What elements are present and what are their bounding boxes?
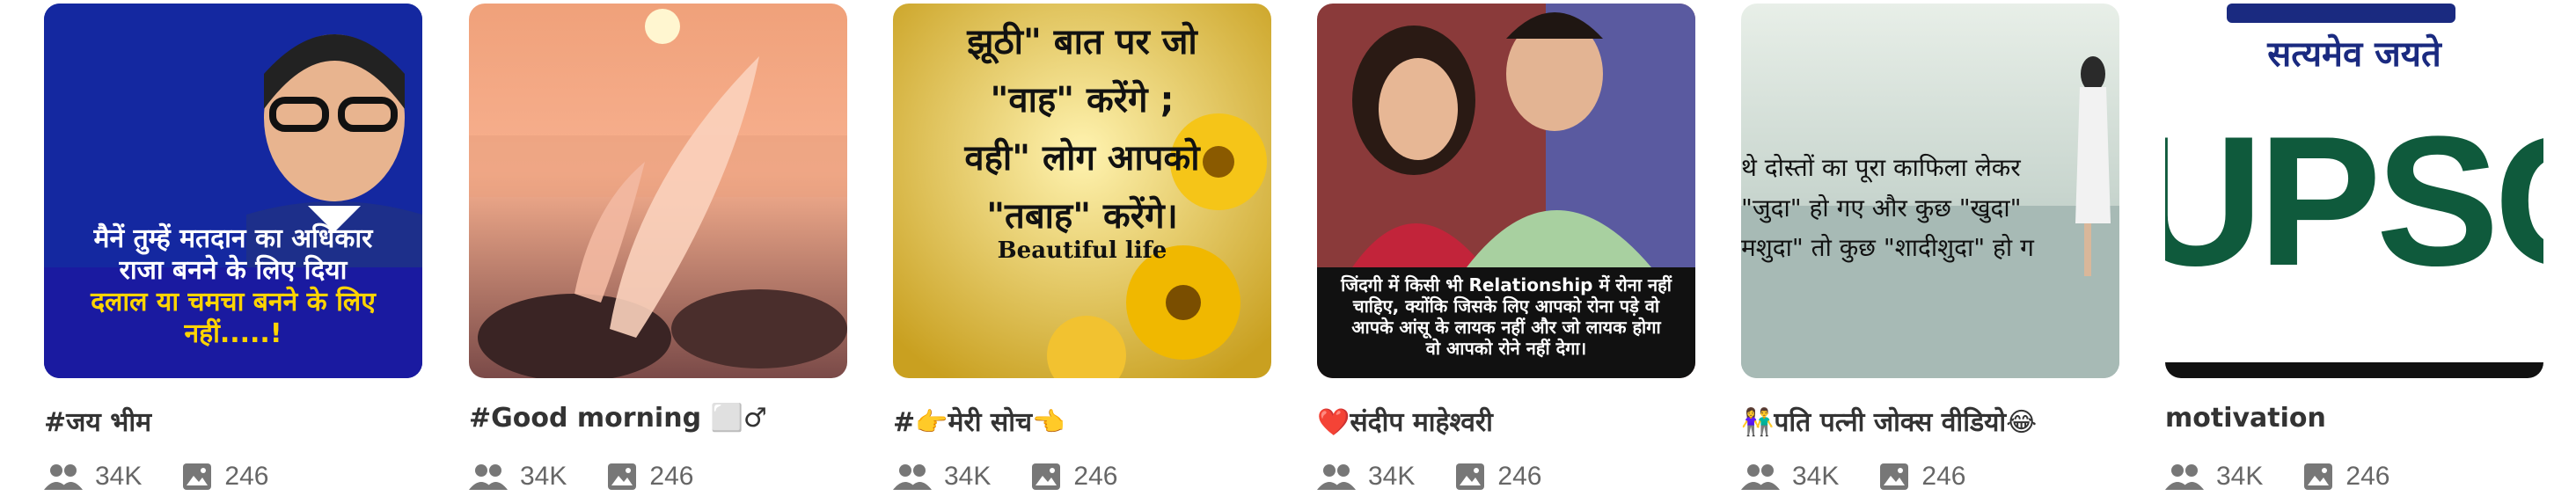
image-icon bbox=[2304, 463, 2333, 490]
people-icon bbox=[44, 464, 83, 490]
followers-count: 34K bbox=[520, 462, 567, 491]
topic-card-row: मैनें तुम्हें मतदान का अधिकार राजा बनने … bbox=[0, 0, 2576, 496]
image-icon bbox=[1880, 463, 1909, 490]
topic-card-sandeep-maheshwari[interactable]: जिंदगी में किसी भी Relationship में रोना… bbox=[1317, 0, 1695, 496]
posts-stat: 246 bbox=[607, 462, 693, 492]
topic-stats: 34K 246 bbox=[44, 457, 309, 496]
topic-card-motivation[interactable]: सत्यमेव जयते UPSC motivation 34K 246 bbox=[2165, 0, 2543, 496]
topic-card-jai-bhim[interactable]: मैनें तुम्हें मतदान का अधिकार राजा बनने … bbox=[44, 0, 422, 496]
topic-stats: 34K 246 bbox=[469, 457, 734, 496]
posts-stat: 246 bbox=[1879, 462, 1965, 492]
people-icon bbox=[893, 464, 932, 490]
posts-stat: 246 bbox=[182, 462, 268, 492]
image-icon bbox=[1456, 463, 1485, 490]
image-caption-line: झूठी" बात पर जो bbox=[967, 22, 1197, 62]
followers-count: 34K bbox=[1368, 462, 1416, 491]
posts-stat: 246 bbox=[2303, 462, 2389, 492]
topic-thumbnail[interactable]: थे दोस्तों का पूरा काफिला लेकर "जुदा" हो… bbox=[1741, 4, 2119, 378]
image-caption-line: दलाल या चमचा बनने के लिए bbox=[91, 287, 376, 317]
topic-thumbnail[interactable] bbox=[469, 4, 847, 378]
topic-thumbnail[interactable]: सत्यमेव जयते UPSC bbox=[2165, 4, 2543, 378]
topic-stats: 34K 246 bbox=[1741, 457, 2006, 496]
image-icon bbox=[1032, 463, 1061, 490]
image-caption-line: जिंदगी में किसी भी Relationship में रोना… bbox=[1341, 274, 1672, 295]
image-caption-line: मशुदा" तो कुछ "शादीशुदा" हो ग bbox=[1741, 233, 2034, 263]
people-icon bbox=[1741, 464, 1780, 490]
topic-thumbnail[interactable]: जिंदगी में किसी भी Relationship में रोना… bbox=[1317, 4, 1695, 378]
image-caption-line: "वाह" करेंगे ; bbox=[990, 80, 1175, 120]
image-caption-line: आपके आंसू के लायक नहीं और जो लायक होगा bbox=[1351, 317, 1661, 338]
topic-title[interactable]: motivation bbox=[2165, 403, 2543, 434]
topic-card-pati-patni-jokes[interactable]: थे दोस्तों का पूरा काफिला लेकर "जुदा" हो… bbox=[1741, 0, 2119, 496]
sunset-feather-illustration bbox=[469, 4, 847, 378]
followers-stat: 34K bbox=[469, 462, 567, 492]
topic-stats: 34K 246 bbox=[893, 457, 1158, 496]
posts-count: 246 bbox=[224, 462, 269, 491]
image-caption-line: सत्यमेव जयते bbox=[2267, 34, 2441, 75]
topic-title[interactable]: ❤️संदीप माहेश्वरी bbox=[1317, 403, 1695, 439]
topic-title[interactable]: #Good morning ⬜♂ bbox=[469, 403, 847, 434]
topic-title[interactable]: 👫पति पत्नी जोक्स वीडियो😂 bbox=[1741, 403, 2119, 439]
upsc-wordmark: UPSC bbox=[2165, 98, 2543, 304]
image-caption-line: वो आपको रोने नहीं देगा। bbox=[1425, 338, 1587, 359]
image-caption-line: थे दोस्तों का पूरा काफिला लेकर bbox=[1741, 153, 2021, 182]
posts-count: 246 bbox=[1497, 462, 1542, 491]
people-icon bbox=[1317, 464, 1356, 490]
posts-count: 246 bbox=[1921, 462, 1966, 491]
topic-thumbnail[interactable]: मैनें तुम्हें मतदान का अधिकार राजा बनने … bbox=[44, 4, 422, 378]
followers-stat: 34K bbox=[2165, 462, 2263, 492]
image-caption-line: नहीं.....! bbox=[184, 318, 282, 349]
people-icon bbox=[469, 464, 508, 490]
followers-count: 34K bbox=[2216, 462, 2264, 491]
image-caption-line: मैनें तुम्हें मतदान का अधिकार bbox=[93, 223, 373, 254]
followers-stat: 34K bbox=[44, 462, 142, 492]
posts-stat: 246 bbox=[1455, 462, 1541, 492]
followers-stat: 34K bbox=[893, 462, 991, 492]
followers-count: 34K bbox=[944, 462, 992, 491]
posts-count: 246 bbox=[1073, 462, 1118, 491]
topic-stats: 34K 246 bbox=[1317, 457, 1582, 496]
followers-stat: 34K bbox=[1317, 462, 1415, 492]
topic-thumbnail[interactable]: झूठी" बात पर जो "वाह" करेंगे ; वही" लोग … bbox=[893, 4, 1271, 378]
image-caption-line: वही" लोग आपको bbox=[964, 138, 1200, 179]
people-icon bbox=[2165, 464, 2204, 490]
posts-count: 246 bbox=[649, 462, 694, 491]
topic-card-good-morning[interactable]: #Good morning ⬜♂ 34K 246 bbox=[469, 0, 847, 496]
topic-stats: 34K 246 bbox=[2165, 457, 2430, 496]
topic-card-meri-soch[interactable]: झूठी" बात पर जो "वाह" करेंगे ; वही" लोग … bbox=[893, 0, 1271, 496]
image-caption-line: "तबाह" करेंगे। bbox=[986, 196, 1178, 237]
image-caption-line: Beautiful life bbox=[997, 237, 1167, 264]
image-caption-line: "जुदा" हो गए और कुछ "खुदा" bbox=[1741, 193, 2022, 222]
posts-stat: 246 bbox=[1031, 462, 1117, 492]
followers-count: 34K bbox=[95, 462, 143, 491]
image-icon bbox=[183, 463, 212, 490]
followers-stat: 34K bbox=[1741, 462, 1839, 492]
followers-count: 34K bbox=[1792, 462, 1840, 491]
posts-count: 246 bbox=[2345, 462, 2390, 491]
topic-title[interactable]: #👉मेरी सोच👈 bbox=[893, 403, 1271, 439]
image-caption-line: चाहिए, क्योंकि जिसके लिए आपको रोना पड़े … bbox=[1352, 295, 1660, 317]
topic-title[interactable]: #जय भीम bbox=[44, 403, 422, 439]
image-caption-line: राजा बनने के लिए दिया bbox=[119, 255, 348, 286]
image-icon bbox=[608, 463, 637, 490]
